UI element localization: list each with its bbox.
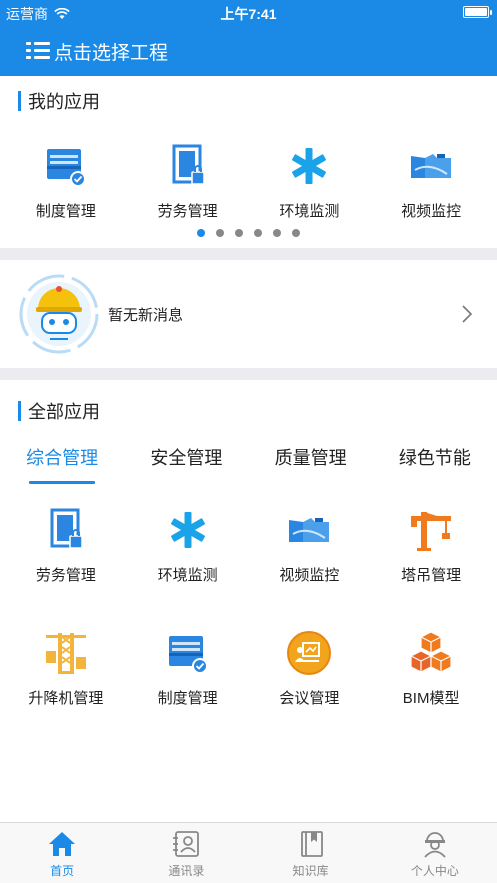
page-dot[interactable] [273,229,281,237]
page-dot[interactable] [197,229,205,237]
all-apps-header: 全部应用 [0,386,497,436]
tab-green-energy[interactable]: 绿色节能 [373,436,497,484]
app-label: 劳务管理 [35,567,96,584]
page-dot[interactable] [292,229,300,237]
labor-management-icon [162,140,214,192]
tab-safety[interactable]: 安全管理 [124,436,248,484]
nav-label: 知识库 [292,864,329,878]
app-environment-monitoring[interactable]: 环境监测 [127,504,248,585]
bottom-nav: 首页 通讯录 知识库 个人中心 [0,822,497,883]
project-selector[interactable]: 点击选择工程 [0,26,497,76]
nav-label: 首页 [50,864,75,878]
all-apps-row-2: 升降机管理 制度管理 会议管理 BIM模型 [0,627,497,708]
nav-label: 通讯录 [168,864,205,878]
app-label: 环境监测 [279,203,340,220]
page-dot[interactable] [254,229,262,237]
labor-management-icon [40,504,92,556]
app-video-monitoring[interactable]: 视频监控 [249,504,370,585]
section-divider [0,368,497,380]
tab-comprehensive[interactable]: 综合管理 [0,436,124,484]
app-label: 升降机管理 [28,690,104,707]
section-divider [0,248,497,260]
app-label: 制度管理 [157,690,218,707]
battery-icon [463,6,492,18]
tab-label: 质量管理 [274,448,347,468]
status-bar: 运营商 上午7:41 [0,0,497,26]
app-labor-management[interactable]: 劳务管理 [5,504,126,585]
section-marker [18,91,21,111]
tab-quality[interactable]: 质量管理 [249,436,373,484]
page-dot[interactable] [216,229,224,237]
app-label: 视频监控 [279,567,340,584]
app-label: 会议管理 [279,690,340,707]
app-bim-model[interactable]: BIM模型 [371,627,492,708]
page-dot[interactable] [235,229,243,237]
knowledge-icon [295,829,327,859]
tab-label: 安全管理 [150,448,223,468]
app-label: 劳务管理 [157,203,218,220]
video-monitoring-icon [405,140,457,192]
elevator-icon [40,627,92,679]
app-label: 环境监测 [157,567,218,584]
home-icon [46,829,78,859]
app-label: 视频监控 [401,203,462,220]
tab-label: 绿色节能 [398,448,471,468]
app-system-management[interactable]: 制度管理 [127,627,248,708]
app-elevator-management[interactable]: 升降机管理 [5,627,126,708]
my-app-video-monitoring[interactable]: 视频监控 [371,140,492,221]
my-apps-header: 我的应用 [0,76,497,126]
nav-home[interactable]: 首页 [0,823,124,883]
top-bar: 运营商 上午7:41 点击选择工程 [0,0,497,76]
tab-active-indicator [29,481,96,484]
my-app-environment-monitoring[interactable]: 环境监测 [249,140,370,221]
environment-monitoring-icon [162,504,214,556]
list-menu-icon [26,40,52,62]
app-meeting-management[interactable]: 会议管理 [249,627,370,708]
all-apps-title: 全部应用 [28,402,100,422]
bim-model-icon [405,627,457,679]
system-management-icon [40,140,92,192]
all-apps-row-1: 劳务管理 环境监测 视频监控 塔吊管理 [0,504,497,585]
nav-knowledge[interactable]: 知识库 [249,823,373,883]
section-marker [18,401,21,421]
profile-icon [419,829,451,859]
my-apps-title: 我的应用 [28,92,100,112]
app-label: BIM模型 [402,690,460,707]
nav-profile[interactable]: 个人中心 [373,823,497,883]
nav-contacts[interactable]: 通讯录 [124,823,248,883]
robot-avatar-icon [16,271,102,357]
app-label: 制度管理 [35,203,96,220]
chevron-right-icon[interactable] [461,304,473,324]
message-text: 暂无新消息 [108,306,184,324]
app-tower-crane[interactable]: 塔吊管理 [371,504,492,585]
status-time: 上午7:41 [220,6,277,22]
meeting-icon [283,627,335,679]
environment-monitoring-icon [283,140,335,192]
my-app-labor-management[interactable]: 劳务管理 [127,140,248,221]
my-apps-grid: 制度管理 劳务管理 环境监测 视频监控 [0,140,497,221]
my-app-system-management[interactable]: 制度管理 [5,140,126,221]
tower-crane-icon [405,504,457,556]
tab-label: 综合管理 [26,448,99,468]
contacts-icon [170,829,202,859]
header-title: 点击选择工程 [54,42,169,64]
nav-label: 个人中心 [410,864,459,878]
app-label: 塔吊管理 [401,567,462,584]
system-management-icon [162,627,214,679]
message-panel[interactable]: 暂无新消息 [0,260,497,368]
page-indicator[interactable] [0,229,497,237]
video-monitoring-icon [283,504,335,556]
category-tabs: 综合管理 安全管理 质量管理 绿色节能 [0,436,497,484]
